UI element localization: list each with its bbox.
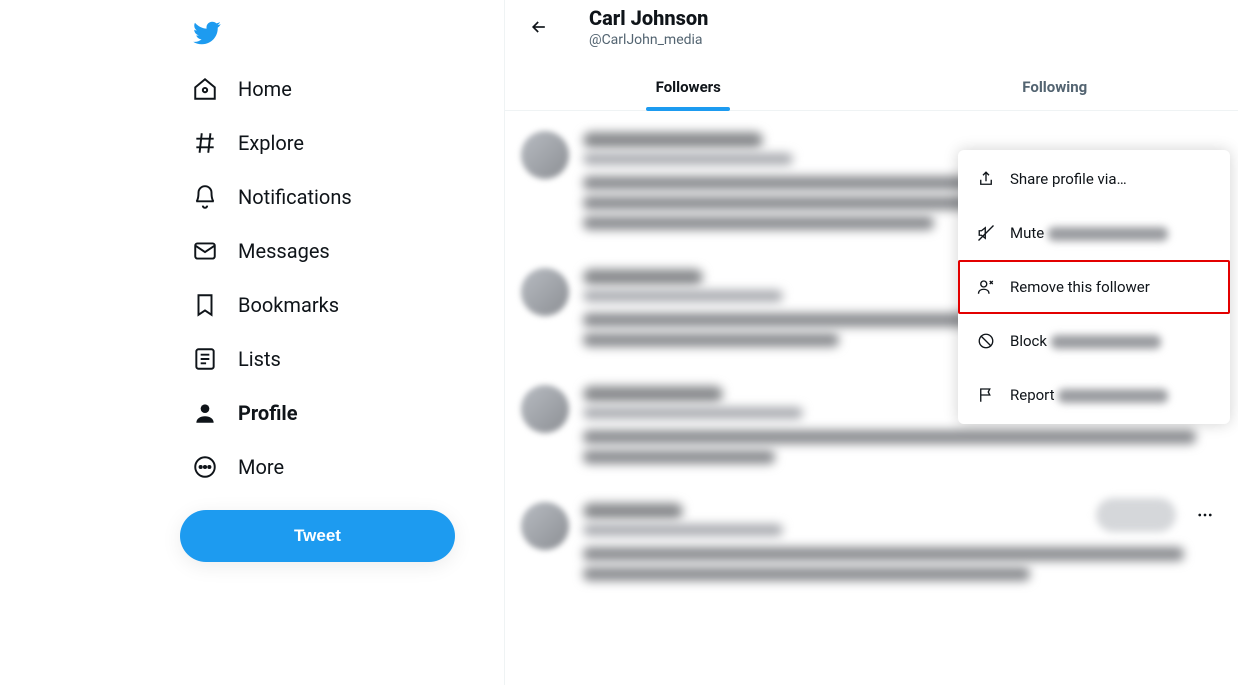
nav-label: Messages [238, 239, 330, 263]
dropdown-report[interactable]: Report [958, 368, 1230, 422]
dropdown-mute[interactable]: Mute [958, 206, 1230, 260]
nav-label: Home [238, 77, 292, 101]
nav-home[interactable]: Home [180, 62, 504, 116]
main-column: Carl Johnson @CarlJohn_media Followers F… [505, 0, 1238, 685]
avatar [521, 385, 569, 433]
nav-notifications[interactable]: Notifications [180, 170, 504, 224]
header-text: Carl Johnson @CarlJohn_media [589, 6, 708, 48]
profile-actions-dropdown: Share profile via… Mute Remove this foll… [958, 150, 1230, 424]
sidebar: Home Explore Notifications Messages Book… [0, 0, 505, 685]
person-icon [192, 400, 218, 426]
nav-bookmarks[interactable]: Bookmarks [180, 278, 504, 332]
profile-handle: @CarlJohn_media [589, 32, 708, 48]
hashtag-icon [192, 130, 218, 156]
avatar [521, 268, 569, 316]
back-button[interactable] [521, 9, 557, 45]
dropdown-label: Mute [1010, 224, 1168, 242]
share-icon [976, 169, 996, 189]
dropdown-share[interactable]: Share profile via… [958, 152, 1230, 206]
dropdown-label: Block [1010, 332, 1161, 350]
tweet-button[interactable]: Tweet [180, 510, 455, 562]
nav-label: Lists [238, 347, 281, 371]
nav-messages[interactable]: Messages [180, 224, 504, 278]
twitter-bird-icon [192, 18, 222, 48]
avatar [521, 502, 569, 550]
report-flag-icon [976, 385, 996, 405]
nav-label: Explore [238, 131, 304, 155]
profile-header: Carl Johnson @CarlJohn_media [505, 0, 1238, 48]
envelope-icon [192, 238, 218, 264]
dropdown-label: Report [1010, 386, 1168, 404]
nav-label: Notifications [238, 185, 352, 209]
remove-follower-icon [976, 277, 996, 297]
follow-button[interactable] [1096, 498, 1176, 532]
bell-icon [192, 184, 218, 210]
nav-label: Profile [238, 401, 298, 425]
nav-explore[interactable]: Explore [180, 116, 504, 170]
follow-tabs: Followers Following [505, 62, 1238, 111]
list-icon [192, 346, 218, 372]
nav-lists[interactable]: Lists [180, 332, 504, 386]
arrow-left-icon [529, 17, 549, 37]
block-icon [976, 331, 996, 351]
more-circle-icon [192, 454, 218, 480]
dropdown-remove-follower[interactable]: Remove this follower [958, 260, 1230, 314]
avatar [521, 131, 569, 179]
nav-more[interactable]: More [180, 440, 504, 494]
more-dots-icon [1196, 506, 1214, 524]
dropdown-label: Share profile via… [1010, 170, 1127, 188]
nav-profile[interactable]: Profile [180, 386, 504, 440]
more-button[interactable] [1188, 498, 1222, 532]
tab-followers[interactable]: Followers [505, 62, 872, 110]
profile-name: Carl Johnson [589, 6, 708, 30]
nav-label: Bookmarks [238, 293, 339, 317]
tab-following[interactable]: Following [872, 62, 1238, 110]
home-icon [192, 76, 218, 102]
dropdown-label: Remove this follower [1010, 278, 1150, 296]
mute-icon [976, 223, 996, 243]
logo-button[interactable] [180, 10, 504, 62]
bookmark-icon [192, 292, 218, 318]
dropdown-block[interactable]: Block [958, 314, 1230, 368]
follower-row[interactable] [505, 488, 1238, 605]
nav-label: More [238, 455, 284, 479]
